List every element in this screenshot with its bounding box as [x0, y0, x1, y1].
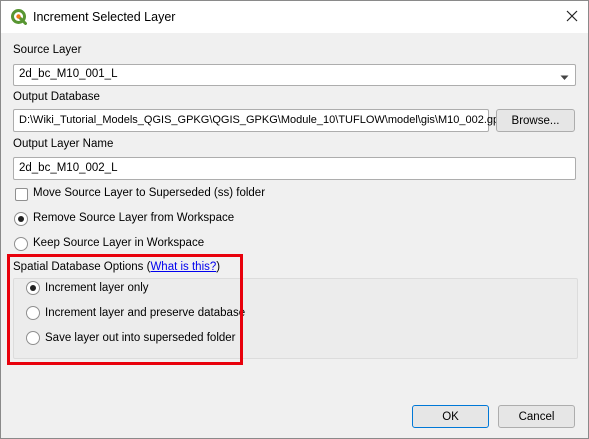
- ok-button[interactable]: OK: [412, 405, 489, 428]
- cancel-label: Cancel: [518, 410, 555, 423]
- spatial-db-title-end: ): [216, 261, 221, 273]
- move-to-superseded-label: Move Source Layer to Superseded (ss) fol…: [33, 187, 266, 199]
- title-bar: Increment Selected Layer: [1, 1, 588, 33]
- output-layer-name-value: 2d_bc_M10_002_L: [19, 162, 118, 174]
- qgis-icon: [11, 9, 27, 25]
- source-layer-combo[interactable]: 2d_bc_M10_001_L: [13, 64, 576, 86]
- save-to-superseded-label: Save layer out into superseded folder: [45, 332, 236, 344]
- chevron-down-icon: [560, 72, 569, 84]
- save-to-superseded-radio[interactable]: [26, 331, 40, 345]
- ok-label: OK: [442, 410, 459, 423]
- close-button[interactable]: [556, 1, 588, 33]
- remove-source-radio[interactable]: [14, 212, 28, 226]
- increment-layer-only-radio[interactable]: [26, 281, 40, 295]
- spatial-db-title: Spatial Database Options (: [13, 261, 151, 273]
- keep-source-label: Keep Source Layer in Workspace: [33, 237, 205, 249]
- remove-source-label: Remove Source Layer from Workspace: [33, 212, 235, 224]
- window-title: Increment Selected Layer: [33, 10, 176, 24]
- output-layer-name-input[interactable]: 2d_bc_M10_002_L: [13, 157, 576, 180]
- cancel-button[interactable]: Cancel: [498, 405, 575, 428]
- source-layer-label: Source Layer: [13, 44, 82, 56]
- keep-source-radio[interactable]: [14, 237, 28, 251]
- browse-label: Browse...: [511, 114, 560, 127]
- increment-preserve-db-label: Increment layer and preserve database: [45, 307, 246, 319]
- increment-layer-only-label: Increment layer only: [45, 282, 149, 294]
- output-database-label: Output Database: [13, 91, 100, 103]
- spatial-db-group-title: Spatial Database Options (What is this?): [13, 261, 220, 273]
- move-to-superseded-checkbox[interactable]: [15, 188, 28, 201]
- increment-preserve-db-radio[interactable]: [26, 306, 40, 320]
- source-layer-value: 2d_bc_M10_001_L: [19, 68, 118, 80]
- dialog-window: Increment Selected Layer Source Layer 2d…: [0, 0, 589, 439]
- browse-button[interactable]: Browse...: [496, 109, 575, 132]
- output-layer-name-label: Output Layer Name: [13, 138, 114, 150]
- output-database-input[interactable]: D:\Wiki_Tutorial_Models_QGIS_GPKG\QGIS_G…: [13, 109, 511, 132]
- output-database-value: D:\Wiki_Tutorial_Models_QGIS_GPKG\QGIS_G…: [19, 114, 511, 126]
- close-icon: [566, 10, 578, 25]
- what-is-this-link[interactable]: What is this?: [150, 261, 216, 273]
